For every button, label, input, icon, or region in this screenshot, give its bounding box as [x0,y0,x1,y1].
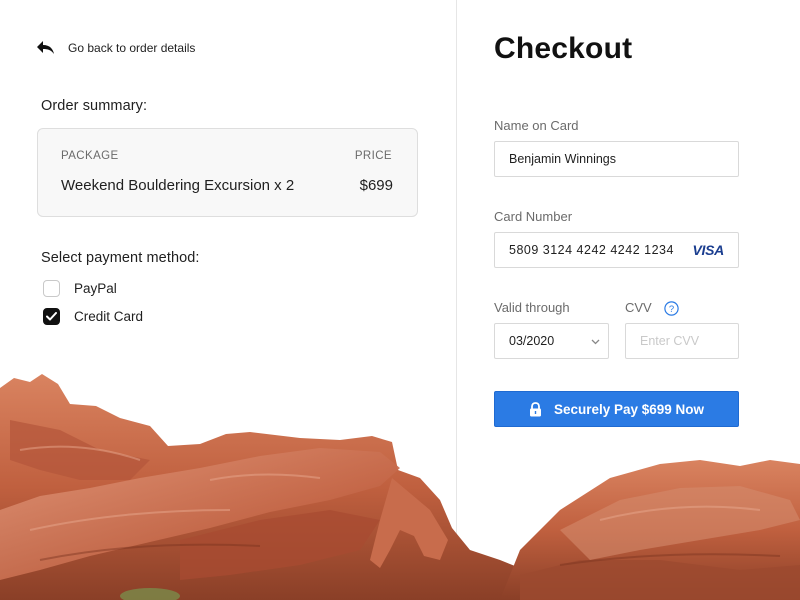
credit-card-label: Credit Card [74,309,144,324]
order-summary-title: Order summary: [41,98,148,114]
valid-through-label: Valid through [494,300,570,315]
name-on-card-input[interactable]: Benjamin Winnings [494,141,739,177]
package-column-header: PACKAGE [61,150,119,162]
package-name: Weekend Bouldering Excursion x 2 [61,177,295,194]
checkmark-icon [46,312,57,321]
name-on-card-value: Benjamin Winnings [509,152,616,166]
reply-arrow-icon [37,41,54,54]
paypal-option[interactable]: PayPal [43,280,117,297]
card-number-input[interactable]: 5809 3124 4242 4242 1234 VISA [494,232,739,268]
valid-through-value: 03/2020 [509,334,555,348]
question-circle-icon[interactable]: ? [664,301,679,316]
cvv-label: CVV [625,300,652,315]
price-column-header: PRICE [354,150,392,162]
visa-logo: VISA [692,242,725,258]
lock-icon [529,401,541,416]
chevron-down-icon [591,339,600,345]
order-details-panel: Go back to order details Order summary: … [0,0,457,600]
card-number-label: Card Number [494,209,573,224]
paypal-checkbox[interactable] [43,280,60,297]
card-number-value: 5809 3124 4242 4242 1234 [509,243,674,257]
svg-text:?: ? [669,304,674,315]
payment-method-title: Select payment method: [41,250,200,266]
checkout-title: Checkout [494,32,633,65]
package-price: $699 [359,177,393,194]
checkout-panel: Checkout Name on Card Benjamin Winnings … [457,0,800,600]
secure-pay-button[interactable]: Securely Pay $699 Now [494,391,739,427]
pay-button-label: Securely Pay $699 Now [553,401,705,417]
paypal-label: PayPal [74,281,117,296]
back-link-label: Go back to order details [68,41,196,55]
credit-card-checkbox[interactable] [43,308,60,325]
credit-card-option[interactable]: Credit Card [43,308,143,325]
name-on-card-label: Name on Card [494,118,579,133]
order-summary-card: PACKAGE PRICE Weekend Bouldering Excursi… [37,128,418,217]
valid-through-select[interactable]: 03/2020 [494,323,609,359]
back-to-order-link[interactable]: Go back to order details [36,40,195,56]
cvv-input[interactable] [625,323,739,359]
